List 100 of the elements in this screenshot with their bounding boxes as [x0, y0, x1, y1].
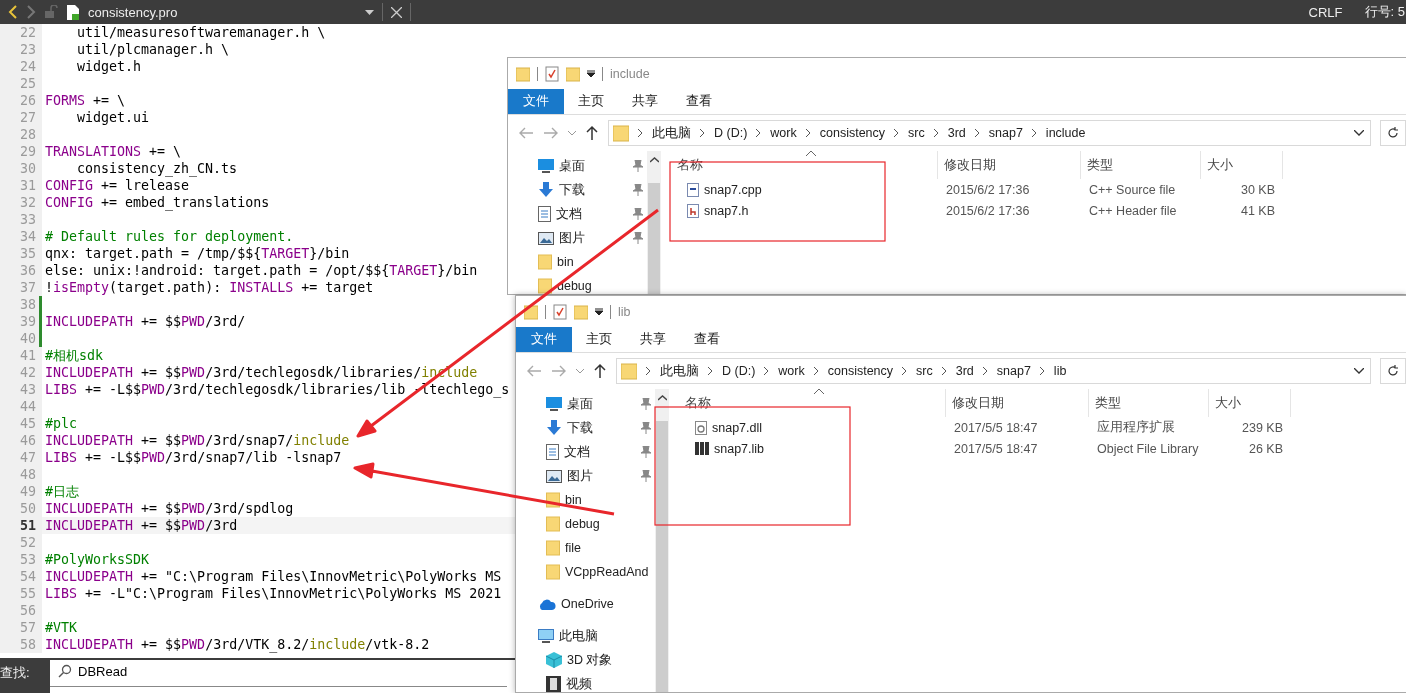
line-number: 37: [0, 279, 39, 296]
nav-pane-item[interactable]: 3D 对象: [546, 648, 655, 672]
code-line: INCLUDEPATH += $$PWD/3rd/: [45, 314, 246, 329]
pin-icon[interactable]: [633, 208, 643, 220]
chevron-right-icon[interactable]: [933, 129, 939, 137]
breadcrumb-item[interactable]: 此电脑: [660, 362, 699, 380]
ribbon-tab[interactable]: 共享: [618, 89, 672, 114]
file-name[interactable]: snap7.dll: [679, 420, 946, 435]
nav-pane-item[interactable]: file: [546, 536, 655, 560]
line-ending-label[interactable]: CRLF: [1308, 4, 1343, 20]
pin-icon[interactable]: [633, 160, 643, 172]
chevron-right-icon[interactable]: [982, 367, 988, 375]
chevron-right-icon[interactable]: [941, 367, 947, 375]
chevron-right-icon[interactable]: [638, 129, 643, 137]
chevron-right-icon[interactable]: [700, 129, 705, 137]
breadcrumb-item[interactable]: consistency: [827, 364, 894, 378]
chevron-right-icon[interactable]: [805, 129, 811, 137]
refresh-button[interactable]: [1380, 358, 1406, 384]
ribbon-tab[interactable]: 主页: [564, 89, 618, 114]
chevron-down-icon[interactable]: [1354, 130, 1364, 136]
ribbon-tab[interactable]: 文件: [508, 89, 564, 114]
chevron-right-icon[interactable]: [902, 367, 908, 375]
up-arrow-icon[interactable]: [585, 125, 599, 141]
breadcrumb-item[interactable]: include: [1045, 126, 1086, 140]
breadcrumb-item[interactable]: work: [770, 126, 797, 140]
address-bar[interactable]: 此电脑 D (D:) work consistency src 3rd snap7 include: [608, 120, 1371, 146]
file-tab-title[interactable]: consistency.pro: [88, 4, 178, 20]
breadcrumb-item[interactable]: 此电脑: [652, 124, 691, 142]
dropdown-caret-icon[interactable]: [587, 69, 595, 78]
checklist-icon[interactable]: [553, 303, 567, 320]
breadcrumb-item[interactable]: src: [916, 364, 933, 378]
chevron-right-icon[interactable]: [764, 367, 770, 375]
column-header[interactable]: 大小: [1209, 389, 1291, 417]
chevron-right-icon[interactable]: [974, 129, 980, 137]
column-header[interactable]: 修改日期: [938, 151, 1081, 179]
chevron-right-icon[interactable]: [813, 367, 819, 375]
nav-pane-item[interactable]: 文档: [538, 202, 647, 226]
ribbon-tab[interactable]: 查看: [672, 89, 726, 114]
breadcrumb-item[interactable]: consistency: [819, 126, 886, 140]
pin-icon[interactable]: [641, 398, 651, 410]
nav-pane-item[interactable]: 文档: [546, 440, 655, 464]
chevron-right-icon[interactable]: [1031, 129, 1037, 137]
pin-icon[interactable]: [633, 232, 643, 244]
nav-pane-item[interactable]: 下载: [538, 178, 647, 202]
nav-pane-item[interactable]: 桌面: [546, 392, 655, 416]
nav-pane-item[interactable]: bin: [538, 250, 647, 274]
breadcrumb-item[interactable]: 3rd: [947, 126, 966, 140]
nav-pane-item[interactable]: debug: [546, 512, 655, 536]
ribbon-tab[interactable]: 主页: [572, 327, 626, 352]
nav-pane-item[interactable]: 此电脑: [538, 624, 655, 648]
find-field[interactable]: DBRead: [50, 660, 507, 687]
refresh-button[interactable]: [1380, 120, 1406, 146]
nav-pane-item[interactable]: 图片: [546, 464, 655, 488]
column-header[interactable]: 类型: [1081, 151, 1201, 179]
breadcrumb-item[interactable]: lib: [1053, 364, 1067, 378]
up-arrow-icon[interactable]: [593, 363, 607, 379]
chevron-right-icon[interactable]: [646, 367, 651, 375]
breadcrumb-item[interactable]: snap7: [996, 364, 1031, 378]
column-header[interactable]: 类型: [1089, 389, 1209, 417]
nav-pane-item[interactable]: 图片: [538, 226, 647, 250]
code-line: qnx: target.path = /tmp/$${TARGET}/bin: [45, 246, 350, 261]
dropdown-caret-icon[interactable]: [595, 307, 603, 316]
file-name[interactable]: snap7.h: [671, 203, 938, 218]
nav-pane-item[interactable]: 下载: [546, 416, 655, 440]
address-bar[interactable]: 此电脑 D (D:) work consistency src 3rd snap7 lib: [616, 358, 1371, 384]
breadcrumb-item[interactable]: 3rd: [955, 364, 974, 378]
nav-pane-item[interactable]: OneDrive: [538, 592, 655, 616]
nav-pane-item[interactable]: VCppReadAnd: [546, 560, 655, 584]
breadcrumb-item[interactable]: snap7: [988, 126, 1023, 140]
chevron-right-icon[interactable]: [708, 367, 713, 375]
nav-pane-item[interactable]: 视频: [546, 672, 655, 692]
pin-icon[interactable]: [641, 470, 651, 482]
ribbon-tab[interactable]: 文件: [516, 327, 572, 352]
pin-icon[interactable]: [633, 184, 643, 196]
chevron-right-icon[interactable]: [894, 129, 900, 137]
file-name[interactable]: snap7.lib: [679, 441, 946, 456]
dropdown-caret-icon[interactable]: [365, 9, 375, 15]
file-name[interactable]: snap7.cpp: [671, 182, 938, 197]
line-number: 55: [0, 585, 39, 602]
line-number: 31: [0, 177, 39, 194]
ribbon-tab[interactable]: 查看: [680, 327, 734, 352]
pin-icon[interactable]: [641, 422, 651, 434]
pin-icon[interactable]: [641, 446, 651, 458]
file-type: C++ Header file: [1088, 203, 1178, 218]
breadcrumb-item[interactable]: src: [908, 126, 925, 140]
chevron-right-icon[interactable]: [756, 129, 762, 137]
breadcrumb-item[interactable]: work: [778, 364, 805, 378]
nav-pane-item[interactable]: 桌面: [538, 154, 647, 178]
breadcrumb-item[interactable]: D (D:): [714, 126, 748, 140]
ribbon-tab[interactable]: 共享: [626, 327, 680, 352]
breadcrumb-item[interactable]: D (D:): [722, 364, 756, 378]
checklist-icon[interactable]: [545, 65, 559, 82]
scrollbar[interactable]: [655, 389, 669, 692]
chevron-right-icon[interactable]: [1039, 367, 1045, 375]
close-icon[interactable]: [391, 6, 403, 18]
scrollbar[interactable]: [647, 151, 661, 294]
column-header[interactable]: 大小: [1201, 151, 1283, 179]
chevron-down-icon[interactable]: [1354, 368, 1364, 374]
column-header[interactable]: 修改日期: [946, 389, 1089, 417]
refresh-icon: [1387, 365, 1399, 377]
